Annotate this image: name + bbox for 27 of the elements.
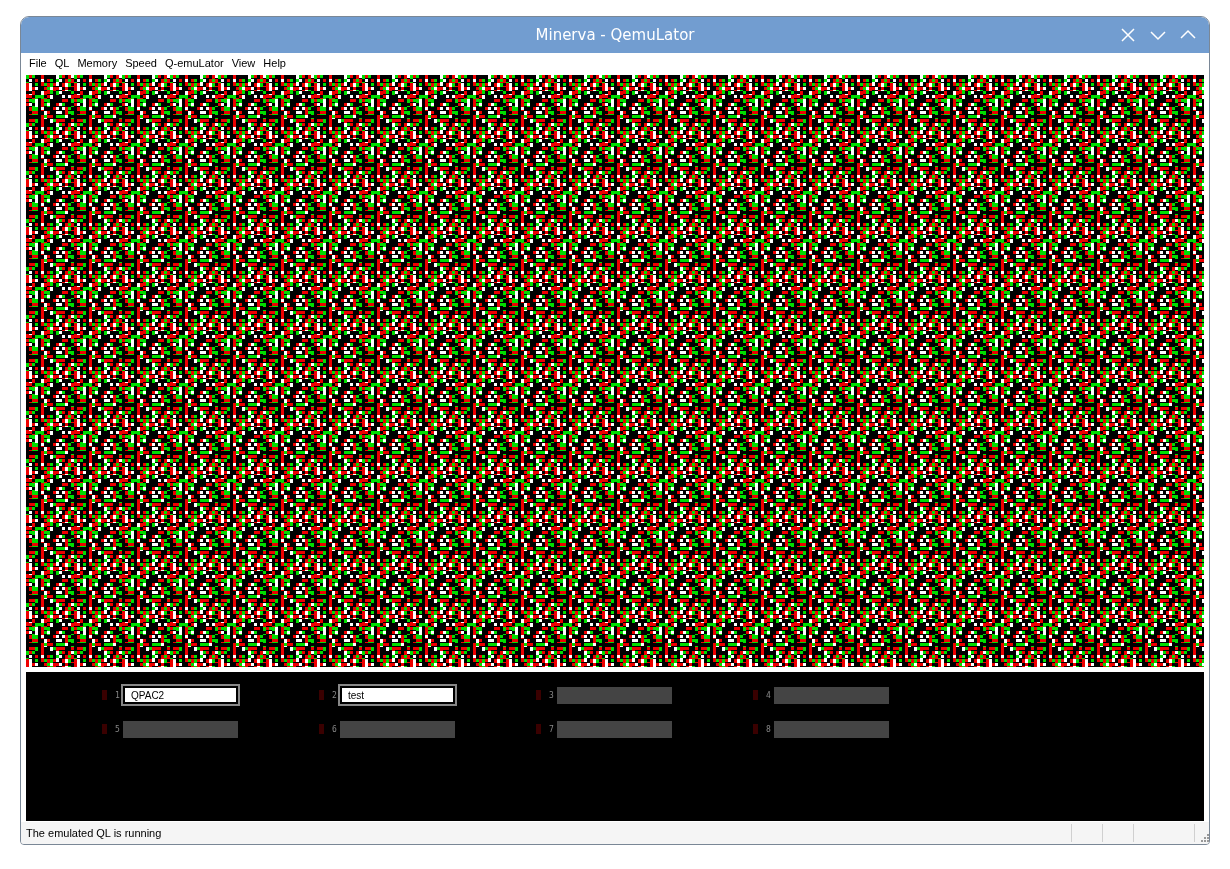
drive-name-field[interactable]: test [338,684,457,706]
drive-name-field[interactable]: QPAC2 [121,684,240,706]
menu-item[interactable]: QL [50,57,74,69]
drive-number: 4 [766,690,772,700]
menu-item[interactable]: View [227,57,260,69]
menu-item[interactable]: Memory [73,57,122,69]
drive-number: 1 [115,690,121,700]
drive-number: 7 [549,724,555,734]
drive-number: 6 [332,724,338,734]
drive-name-field[interactable] [123,720,238,738]
menu-item[interactable]: Q-emuLator [160,57,228,69]
window-title: Minerva - QemuLator [535,26,695,44]
resize-grip-icon[interactable] [1201,834,1209,842]
drive-number: 2 [332,690,338,700]
drive-name-field[interactable] [557,686,672,704]
drive-name-field[interactable] [557,720,672,738]
drive-name-field[interactable] [774,686,889,704]
status-text: The emulated QL is running [26,827,163,839]
drive-name-field[interactable] [340,720,455,738]
drive-name-field[interactable] [774,720,889,738]
menu-item[interactable]: Help [259,57,290,69]
close-icon[interactable] [1119,26,1137,44]
menu-item[interactable]: File [25,57,51,69]
drive-number: 3 [549,690,555,700]
menu-item[interactable]: Speed [121,57,161,69]
drive-number: 8 [766,724,772,734]
drive-number: 5 [115,724,121,734]
